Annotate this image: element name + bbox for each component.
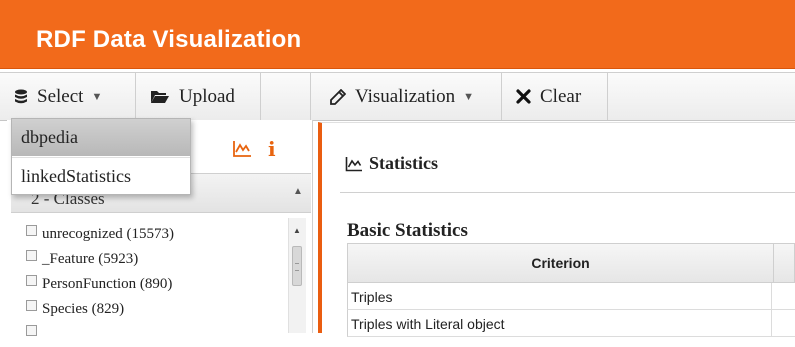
statistics-table: Criterion Triples Triples with Literal o… [347, 243, 795, 337]
scroll-up-icon[interactable]: ▲ [293, 226, 301, 235]
class-list: unrecognized (15573) _Feature (5923) Per… [26, 222, 281, 347]
grip-icon [295, 263, 299, 271]
list-item[interactable] [26, 322, 281, 347]
toolbar: Select ▼ Upload Visualization ▼ Clear [0, 72, 795, 121]
folder-open-icon [151, 91, 169, 103]
clear-button[interactable]: Clear [502, 73, 608, 120]
select-label: Select [37, 85, 84, 107]
table-cell-criterion: Triples with Literal object [351, 316, 505, 332]
visualization-button[interactable]: Visualization ▼ [316, 73, 502, 120]
clear-label: Clear [540, 85, 582, 107]
pencil-icon [330, 88, 346, 105]
table-row: Triples [347, 283, 795, 310]
class-checkbox[interactable] [26, 275, 37, 286]
close-icon [516, 89, 531, 104]
statistics-title: Statistics [345, 153, 438, 174]
class-checkbox[interactable] [26, 300, 37, 311]
class-label: _Feature (5923) [42, 251, 139, 267]
select-button[interactable]: Select ▼ [0, 73, 136, 120]
list-item[interactable]: unrecognized (15573) [26, 222, 281, 247]
upload-button[interactable]: Upload [136, 73, 261, 120]
list-item[interactable]: PersonFunction (890) [26, 272, 281, 297]
class-label: unrecognized (15573) [42, 226, 175, 242]
statistics-title-text: Statistics [369, 153, 438, 173]
table-header-row: Criterion [347, 243, 795, 283]
class-label: Species (829) [42, 301, 125, 317]
dropdown-item-dbpedia[interactable]: dbpedia [12, 119, 190, 156]
class-checkbox[interactable] [26, 250, 37, 261]
chevron-down-icon: ▼ [463, 90, 475, 103]
info-icon[interactable]: i [268, 137, 276, 161]
dropdown-item-linkedstatistics[interactable]: linkedStatistics [12, 157, 190, 194]
chevron-down-icon: ▼ [91, 90, 103, 103]
column-divider [771, 283, 772, 310]
list-item[interactable]: Species (829) [26, 297, 281, 322]
app-header: RDF Data Visualization [0, 0, 795, 69]
table-cell-criterion: Triples [351, 289, 393, 305]
class-checkbox[interactable] [26, 325, 37, 336]
basic-statistics-heading: Basic Statistics [347, 220, 468, 241]
panel-icons: i [232, 137, 276, 161]
app-title: RDF Data Visualization [36, 26, 302, 53]
line-chart-icon [345, 156, 362, 171]
select-dropdown-menu: dbpedia linkedStatistics [11, 118, 191, 195]
section-divider [340, 192, 795, 193]
visualization-label: Visualization [355, 85, 456, 107]
column-header-criterion[interactable]: Criterion [348, 244, 774, 282]
list-item[interactable]: _Feature (5923) [26, 247, 281, 272]
database-icon [15, 89, 27, 103]
class-list-scrollbar[interactable]: ▲ [288, 218, 306, 333]
toolbar-spacer [261, 73, 311, 120]
line-chart-icon[interactable] [232, 140, 252, 158]
collapse-arrow-icon[interactable]: ▲ [293, 186, 303, 197]
class-checkbox[interactable] [26, 225, 37, 236]
class-label: PersonFunction (890) [42, 276, 173, 292]
scrollbar-thumb[interactable] [292, 246, 302, 286]
upload-label: Upload [179, 85, 235, 107]
